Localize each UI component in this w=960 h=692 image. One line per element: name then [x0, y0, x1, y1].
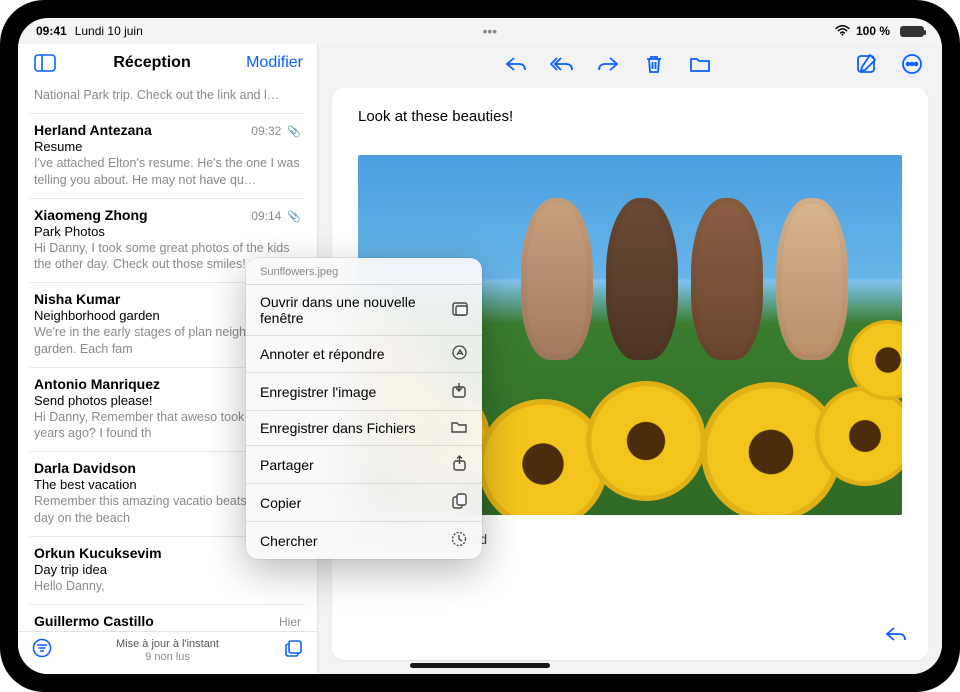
more-icon[interactable]	[898, 50, 926, 78]
context-menu-item[interactable]: Enregistrer l'image	[246, 373, 482, 411]
context-menu-label: Chercher	[260, 533, 318, 549]
context-menu-item[interactable]: Copier	[246, 484, 482, 522]
compose-icon[interactable]	[852, 50, 880, 78]
msg-from: Nisha Kumar	[34, 291, 120, 307]
msg-from: Orkun Kucuksevim	[34, 545, 162, 561]
context-menu-item[interactable]: Annoter et répondre	[246, 336, 482, 373]
context-menu-label: Enregistrer l'image	[260, 384, 376, 400]
sidebar-toggle-icon[interactable]	[32, 50, 58, 76]
context-menu-item[interactable]: Chercher	[246, 522, 482, 559]
attachment-icon: 📎	[287, 126, 301, 138]
context-menu-item[interactable]: Enregistrer dans Fichiers	[246, 411, 482, 446]
context-menu-label: Copier	[260, 495, 301, 511]
trash-icon[interactable]	[640, 50, 668, 78]
context-menu: Sunflowers.jpeg Ouvrir dans une nouvelle…	[246, 258, 482, 559]
share-icon	[450, 455, 468, 474]
status-bar: 09:41 Lundi 10 juin • • • 100 %	[18, 18, 942, 44]
status-time: 09:41	[36, 24, 67, 38]
lookup-icon	[450, 531, 468, 550]
msg-from: Darla Davidson	[34, 460, 136, 476]
msg-subject: Resume	[34, 139, 301, 154]
ipad-frame: 09:41 Lundi 10 juin • • • 100 % Réceptio	[0, 0, 960, 692]
copy-icon	[450, 493, 468, 512]
context-menu-label: Annoter et répondre	[260, 346, 385, 362]
msg-preview: Hello Danny,	[34, 578, 301, 594]
msg-from: Guillermo Castillo	[34, 613, 154, 629]
msg-date: 09:14📎	[251, 209, 301, 223]
mailbox-title: Réception	[68, 54, 236, 72]
reply-icon[interactable]	[502, 50, 530, 78]
filter-icon[interactable]	[32, 638, 52, 663]
message-list-item[interactable]: Guillermo CastilloHierSeason finaleDid y…	[30, 605, 305, 631]
message-list-item[interactable]: Herland Antezana 09:32📎ResumeI've attache…	[30, 114, 305, 199]
footer-status-1: Mise à jour à l'instant	[52, 638, 283, 651]
msg-date: Hier	[279, 615, 301, 629]
message-body-text: Look at these beauties!	[332, 88, 928, 145]
stacks-icon[interactable]	[283, 638, 303, 663]
card-reply-icon[interactable]	[882, 620, 910, 648]
screen: 09:41 Lundi 10 juin • • • 100 % Réceptio	[18, 18, 942, 674]
status-date: Lundi 10 juin	[75, 24, 143, 38]
message-list-item[interactable]: National Park trip. Check out the link a…	[30, 84, 305, 114]
edit-button[interactable]: Modifier	[246, 54, 303, 72]
forward-icon[interactable]	[594, 50, 622, 78]
msg-preview: I've attached Elton's resume. He's the o…	[34, 155, 301, 188]
battery-icon	[900, 26, 924, 37]
move-folder-icon[interactable]	[686, 50, 714, 78]
window-icon	[451, 302, 468, 319]
footer-status-2: 9 non lus	[52, 651, 283, 664]
attachment-icon: 📎	[287, 211, 301, 223]
context-menu-item[interactable]: Partager	[246, 446, 482, 484]
wifi-icon	[835, 24, 850, 39]
context-menu-label: Enregistrer dans Fichiers	[260, 420, 416, 436]
msg-from: Xiaomeng Zhong	[34, 207, 148, 223]
sidebar-footer: Mise à jour à l'instant 9 non lus	[18, 631, 317, 674]
folder-icon	[450, 420, 468, 436]
msg-date: 09:32📎	[251, 124, 301, 138]
battery-pct: 100 %	[856, 24, 890, 38]
markup-icon	[450, 345, 468, 363]
context-menu-item[interactable]: Ouvrir dans une nouvelle fenêtre	[246, 285, 482, 336]
sidebar-header: Réception Modifier	[18, 44, 317, 84]
home-indicator[interactable]	[410, 663, 550, 668]
msg-subject: Day trip idea	[34, 562, 301, 577]
msg-subject: Park Photos	[34, 224, 301, 239]
context-menu-label: Partager	[260, 457, 314, 473]
context-menu-header: Sunflowers.jpeg	[246, 258, 482, 285]
save-image-icon	[450, 382, 468, 401]
message-toolbar	[318, 44, 942, 84]
msg-from: Herland Antezana	[34, 122, 152, 138]
msg-preview: National Park trip. Check out the link a…	[34, 87, 301, 103]
context-menu-label: Ouvrir dans une nouvelle fenêtre	[260, 294, 451, 326]
reply-all-icon[interactable]	[548, 50, 576, 78]
msg-from: Antonio Manriquez	[34, 376, 160, 392]
multitask-dots[interactable]: • • •	[483, 23, 495, 39]
